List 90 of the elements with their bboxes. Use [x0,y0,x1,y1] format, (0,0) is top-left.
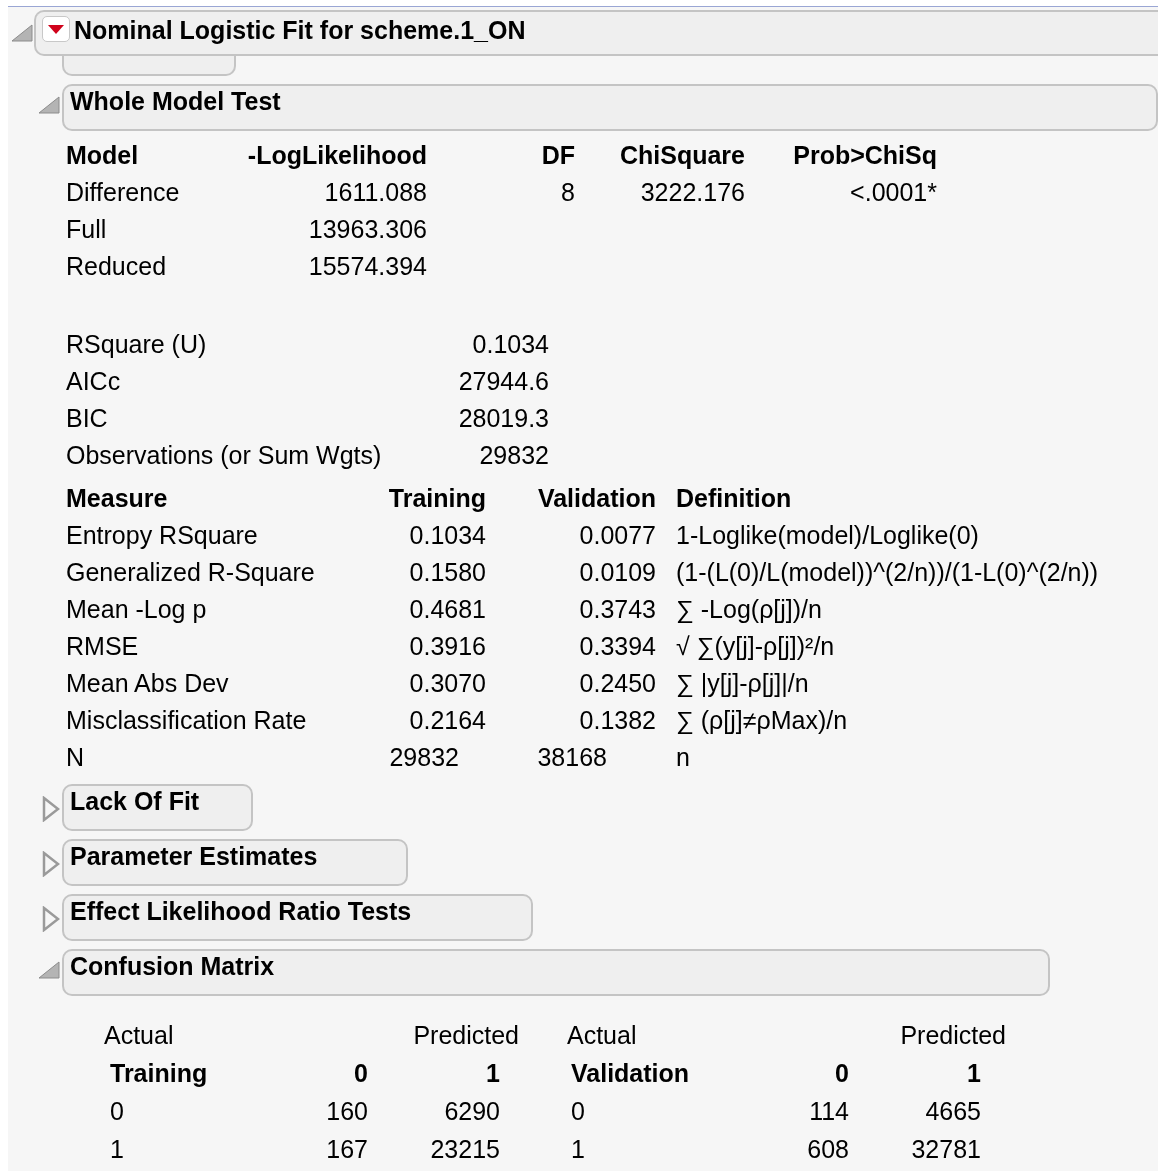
table-cell-text: 0.0077 [578,520,656,551]
formula-text: ∑ (ρ[j]≠ρMax)/n [675,705,848,736]
menu-button[interactable] [42,16,70,42]
expanded-triangle-icon[interactable] [38,961,60,979]
stat-label: Observations (or Sum Wgts) [66,440,383,471]
report-title: Nominal Logistic Fit for scheme.1_ON [74,16,526,44]
table-cell-text: 0.1034 [408,520,486,551]
column-header: Validation [536,483,656,514]
table-cell: Reduced [66,252,167,280]
column-header: Validation [571,1058,691,1089]
table-cell: 15574.394 [308,252,427,280]
outline-header[interactable]: Lack Of Fit [62,784,253,831]
column-header: Model [66,140,140,171]
table-cell-text: 0.1580 [408,557,486,588]
expanded-triangle-icon[interactable] [38,96,60,114]
column-header: DF [540,140,575,171]
table-cell-text: 0.0109 [578,557,656,588]
axis-label: Predicted [900,1020,1006,1051]
table-cell: 3222.176 [640,178,745,206]
table-cell-text: 0.2450 [578,668,656,699]
table-cell-text: 6290 [443,1096,500,1127]
axis-label: Actual [567,1020,637,1051]
stat-label: BIC [66,403,109,434]
stat-value: 28019.3 [457,403,549,434]
table-cell: Difference [66,178,180,206]
table-cell-text: 1 [110,1134,125,1165]
axis-label: Actual [104,1020,174,1051]
stat-label: AICc [66,366,122,397]
collapsed-triangle-icon[interactable] [42,906,60,932]
column-header: -LogLikelihood [246,140,427,171]
table-cell-text: 0.2164 [408,705,486,736]
table-cell: 13963.306 [308,215,427,243]
outline-header[interactable]: Whole Model Test [62,84,1158,131]
column-header: Training [110,1058,209,1089]
table-cell-text: 23215 [429,1134,500,1165]
outline-header[interactable]: Confusion Matrix [62,949,1050,996]
axis-label: Predicted [413,1020,519,1051]
formula-text: (1-(L(0)/L(model))^(2/n))/(1-L(0)^(2/n)) [675,557,1099,588]
table-cell-text: 0.3394 [578,631,656,662]
table-cell: <.0001* [850,178,937,206]
formula-text: ∑ -Log(ρ[j])/n [675,594,822,625]
table-cell-text: 167 [325,1134,368,1165]
table-cell-text: 29832 [388,742,459,773]
table-cell-text: 38168 [536,742,607,773]
column-header: 0 [834,1058,849,1089]
table-cell-text: 4665 [924,1096,981,1127]
formula-text: 1-Loglike(model)/Loglike(0) [675,520,979,551]
column-header: Training [387,483,486,514]
table-cell-text: 0.4681 [408,594,486,625]
table-cell-text: RMSE [66,631,140,662]
caret-icon [48,24,64,34]
table-cell-text: Mean -Log p [66,594,208,625]
table-cell-text: 608 [806,1134,849,1165]
formula-text: √ ∑(y[j]-ρ[j])²/n [675,631,835,662]
column-header: Prob>ChiSq [792,140,937,171]
table-cell-text: Entropy RSquare [66,520,259,551]
table-cell-text: 32781 [910,1134,981,1165]
column-header: Measure [66,483,169,514]
table-cell: 1611.088 [324,178,427,206]
expanded-triangle-icon[interactable] [11,24,33,42]
table-cell: 8 [561,178,575,206]
table-cell-text: Misclassification Rate [66,705,308,736]
table-cell-text: Mean Abs Dev [66,668,230,699]
table-cell: Full [66,215,107,243]
table-cell-text: 114 [808,1096,849,1127]
table-cell-text: 160 [325,1096,368,1127]
outline-header[interactable]: Effect Likelihood Ratio Tests [62,894,533,941]
outline-header[interactable]: Parameter Estimates [62,839,408,886]
column-header: 1 [966,1058,981,1089]
formula-text: n [675,742,690,773]
table-cell-text: 1 [571,1134,586,1165]
column-header: 0 [353,1058,368,1089]
formula-text: ∑ |y[j]-ρ[j]|/n [675,668,809,699]
collapsed-triangle-icon[interactable] [42,796,60,822]
collapsed-triangle-icon[interactable] [42,851,60,877]
column-header: 1 [485,1058,500,1089]
table-cell-text: 0.3916 [408,631,486,662]
column-header: Definition [675,483,792,514]
stat-value: 29832 [478,440,549,471]
table-cell-text: Generalized R-Square [66,557,316,588]
column-header: ChiSquare [618,140,745,171]
stat-label: RSquare (U) [66,329,208,360]
stat-value: 27944.6 [457,366,549,397]
table-cell-text: 0.1382 [578,705,656,736]
table-cell-text: 0.3070 [408,668,486,699]
table-cell-text: 0 [110,1096,125,1127]
table-cell-text: N [66,742,86,773]
table-cell-text: 0 [571,1096,586,1127]
table-cell-text: 0.3743 [578,594,656,625]
stat-value: 0.1034 [471,329,549,360]
